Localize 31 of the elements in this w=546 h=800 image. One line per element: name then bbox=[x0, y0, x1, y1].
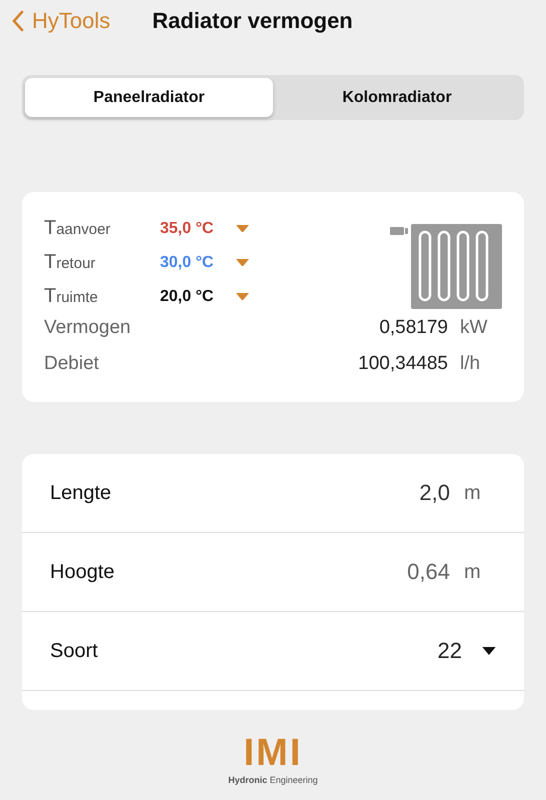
unit-label: kW bbox=[460, 317, 488, 339]
unit-label: l/h bbox=[460, 353, 482, 375]
type-select[interactable]: 22 bbox=[438, 638, 496, 664]
result-value: 0,58179 bbox=[379, 317, 448, 339]
input-field[interactable]: 2,0 bbox=[419, 480, 450, 506]
screen-title: Radiator vermogen bbox=[152, 8, 353, 34]
input-label: Soort bbox=[50, 640, 99, 662]
temperature-value[interactable]: 30,0 °C bbox=[160, 254, 236, 272]
dropdown-icon[interactable] bbox=[236, 224, 249, 232]
result-value: 100,34485 bbox=[358, 353, 448, 375]
dropdown-icon bbox=[482, 647, 496, 655]
temperature-value[interactable]: 20,0 °C bbox=[160, 288, 236, 306]
dropdown-icon[interactable] bbox=[236, 258, 249, 266]
logo: IMI bbox=[244, 734, 302, 772]
input-label: Hoogte bbox=[50, 560, 116, 584]
unit-label: m bbox=[464, 560, 482, 584]
segment-tab[interactable]: Kolomradiator bbox=[273, 78, 521, 117]
dropdown-icon[interactable] bbox=[236, 292, 249, 300]
unit-label: m bbox=[464, 482, 482, 504]
radiator-icon bbox=[390, 224, 502, 310]
chevron-left-icon bbox=[12, 10, 24, 32]
result-label: Vermogen bbox=[44, 317, 132, 339]
logo-tagline: Hydronic Engineering bbox=[228, 775, 318, 785]
temperature-label: Truimte bbox=[44, 285, 99, 308]
temperature-label: Tretour bbox=[44, 251, 96, 274]
temperature-label: Taanvoer bbox=[44, 217, 112, 240]
input-label: Lengte bbox=[50, 482, 112, 504]
input-field[interactable]: 0,64 bbox=[407, 559, 450, 585]
temperature-value[interactable]: 35,0 °C bbox=[160, 220, 236, 238]
result-label: Debiet bbox=[44, 353, 100, 375]
segment-tab[interactable]: Paneelradiator bbox=[25, 78, 273, 117]
